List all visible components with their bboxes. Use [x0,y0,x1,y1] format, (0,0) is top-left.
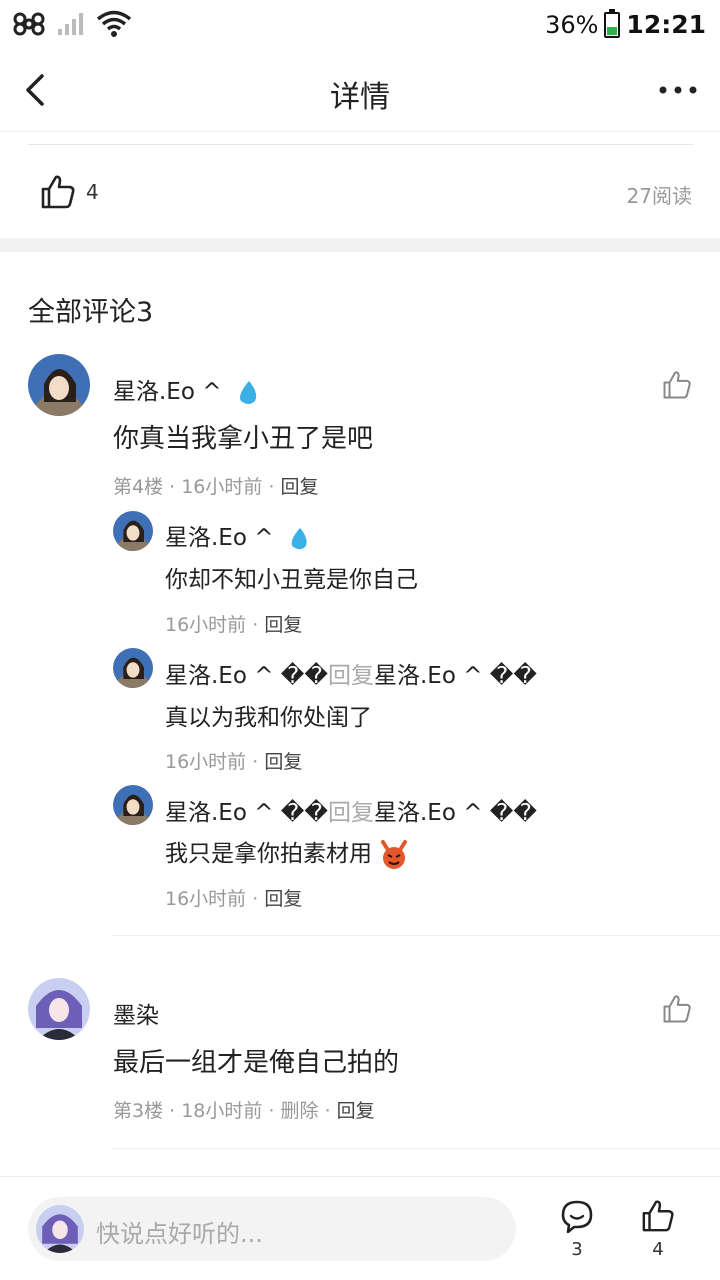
comment-meta: 第4楼 · 16小时前 · 回复 [113,476,319,498]
reply-username[interactable]: 星洛.Eo ^ �� [165,800,328,826]
reply-time: 16小时前 [165,614,247,636]
battery-icon [604,8,621,38]
delete-button[interactable]: 删除 [281,1100,319,1122]
reply-meta: 16小时前 · 回复 [165,888,303,910]
reply-username[interactable]: 星洛.Eo ^ [165,525,274,551]
comment-username[interactable]: 星洛.Eo ^ [113,379,222,405]
comment-time: 18小时前 [181,1100,263,1122]
reply-button[interactable]: 回复 [337,1100,375,1122]
reply-text: 真以为我和你处闺了 [165,705,372,731]
comment-input-placeholder: 快说点好听的... [96,1220,263,1248]
reply-text: 我只是拿你拍素材用 [165,841,372,867]
reply-word: 回复 [327,663,374,689]
signal-icon [58,13,83,35]
comment-floor: 第4楼 [113,476,164,498]
comment-floor: 第3楼 [113,1100,164,1122]
comment-bubble-icon[interactable] [560,1199,594,1233]
comment-divider [113,1148,720,1149]
reply-button[interactable]: 回复 [264,888,302,910]
avatar[interactable] [113,785,153,825]
clock: 12:21 [626,10,706,39]
comment-input[interactable]: 快说点好听的... [28,1197,516,1261]
more-icon[interactable] [658,80,698,100]
comment-count: 3 [571,1239,583,1260]
like-count: 4 [652,1239,664,1260]
comment-meta: 第3楼 · 18小时前 · 删除 · 回复 [113,1100,375,1122]
post-read-count: 27阅读 [626,184,692,208]
reply-button[interactable]: 回复 [264,751,302,773]
reply-time: 16小时前 [165,751,247,773]
thumb-up-icon[interactable] [641,1199,675,1233]
avatar[interactable] [113,511,153,551]
reply-target[interactable]: 星洛.Eo ^ �� [374,663,537,689]
comment-text: 你真当我拿小丑了是吧 [113,424,374,454]
wifi-icon [96,10,132,37]
carrier-icon [13,12,45,36]
status-bar: 36% 12:21 [0,0,720,50]
post-like-count: 4 [86,180,99,204]
sweat-drop-icon [291,527,307,549]
reply-text: 你却不知小丑竟是你自己 [165,567,418,593]
reply-username[interactable]: 星洛.Eo ^ �� [165,663,328,689]
comment-username[interactable]: 墨染 [113,996,159,1030]
page-title: 详情 [330,80,390,115]
divider [28,144,693,145]
comment-like-icon[interactable] [662,370,692,400]
nav-bar: 详情 [0,50,720,132]
reply-word: 回复 [327,800,374,826]
comment-text: 最后一组才是俺自己拍的 [113,1048,400,1078]
comment-time: 16小时前 [181,476,263,498]
comments-header: 全部评论3 [28,297,154,328]
devil-emoji-icon [381,839,408,869]
reply-header: 星洛.Eo ^ ��回复星洛.Eo ^ �� [165,656,537,690]
section-gap [0,238,720,252]
reply-meta: 16小时前 · 回复 [165,614,303,636]
comment-divider [113,935,720,936]
reply-button[interactable]: 回复 [264,614,302,636]
reply-text-row: 我只是拿你拍素材用 [165,834,409,870]
comment-like-icon[interactable] [662,994,692,1024]
thumb-up-icon[interactable] [40,174,76,210]
reply-time: 16小时前 [165,888,247,910]
bottom-bar: 快说点好听的... 3 4 [0,1176,720,1280]
post-stats-row: 4 27阅读 [0,150,720,238]
avatar[interactable] [28,354,90,416]
battery-percent: 36% [545,10,599,39]
avatar [36,1205,84,1253]
reply-header: 星洛.Eo ^ [165,518,313,552]
sweat-drop-icon [239,380,256,404]
avatar[interactable] [28,978,90,1040]
reply-target[interactable]: 星洛.Eo ^ �� [374,800,537,826]
reply-meta: 16小时前 · 回复 [165,751,303,773]
avatar[interactable] [113,648,153,688]
reply-button[interactable]: 回复 [281,476,319,498]
reply-header: 星洛.Eo ^ ��回复星洛.Eo ^ �� [165,793,537,827]
